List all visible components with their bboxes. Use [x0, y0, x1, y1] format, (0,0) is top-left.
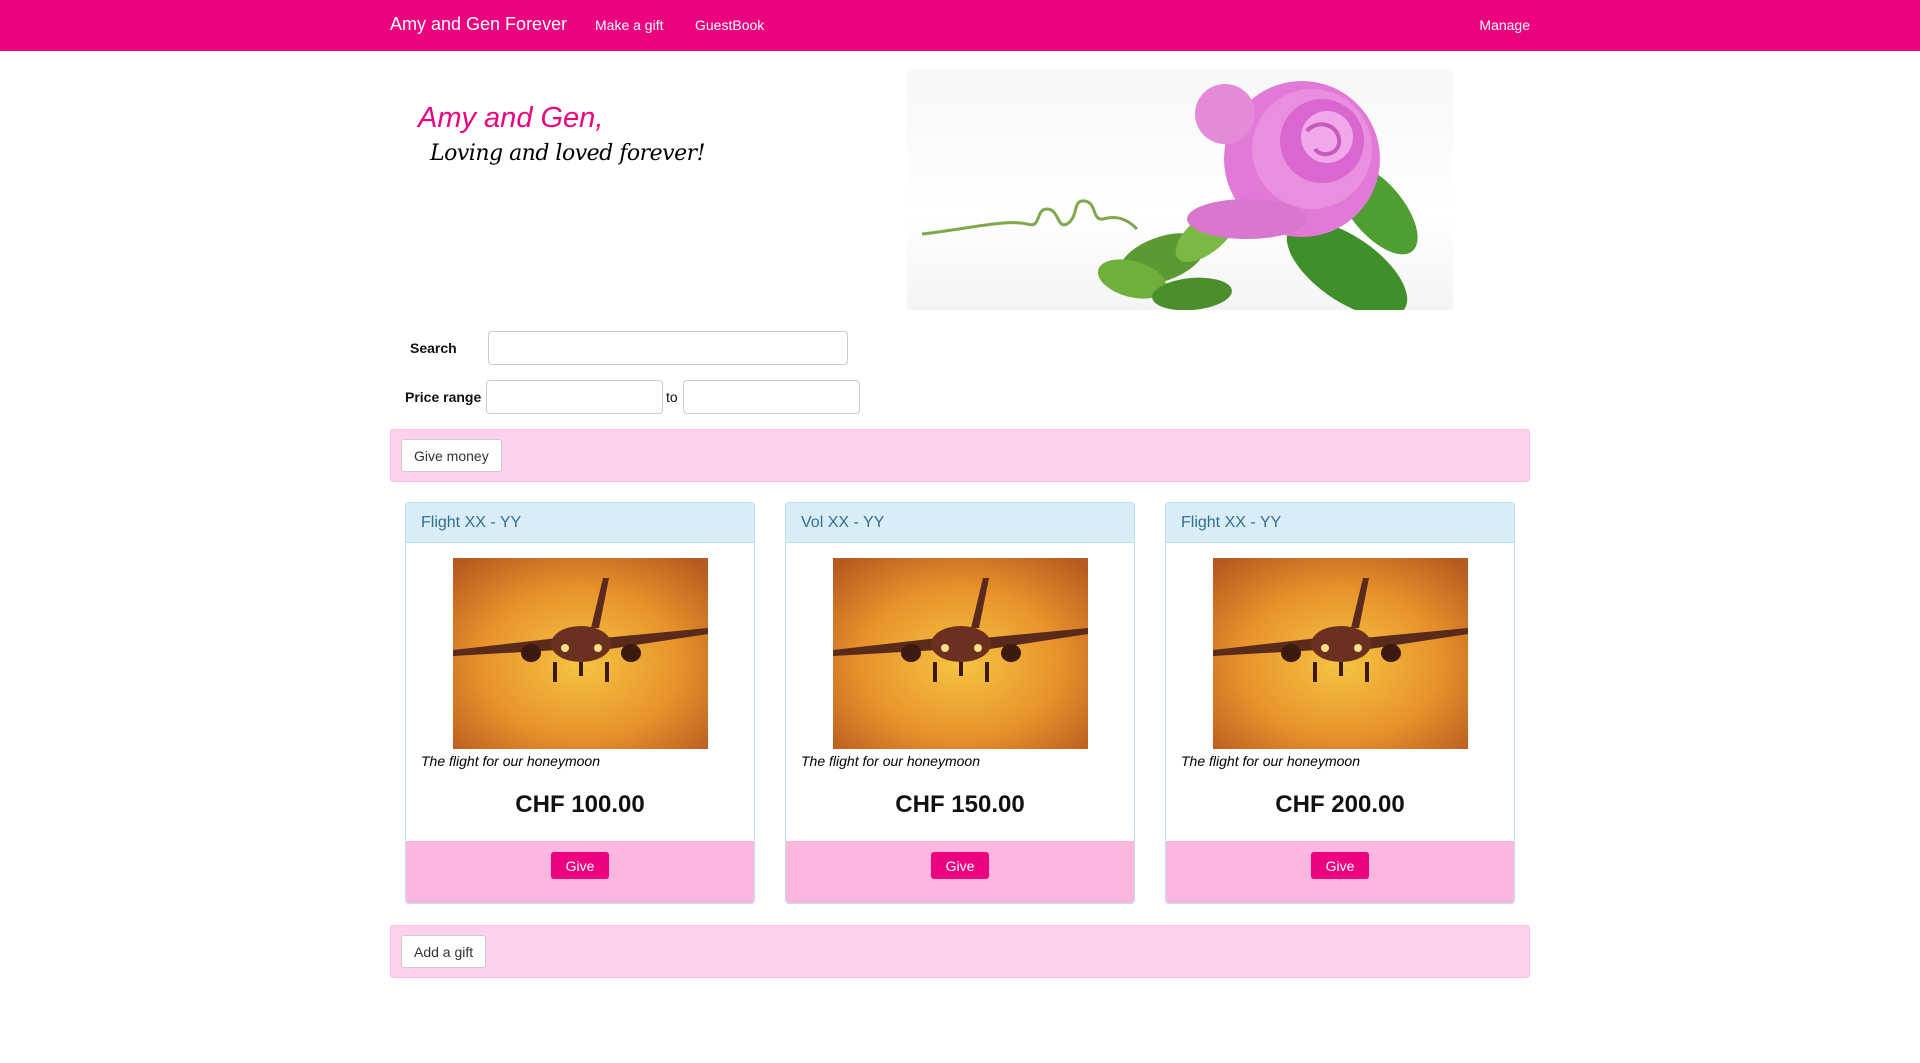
give-button[interactable]: Give	[931, 852, 989, 879]
nav-guestbook-link[interactable]: GuestBook	[695, 17, 764, 33]
airplane-image	[1213, 558, 1468, 749]
gift-price: CHF 100.00	[515, 791, 645, 818]
gift-description: The flight for our honeymoon	[801, 753, 980, 769]
price-max-input[interactable]	[683, 380, 860, 414]
rose-icon	[921, 81, 1418, 310]
gift-card-header: Flight XX - YY	[406, 503, 754, 543]
airplane-icon	[1213, 558, 1468, 749]
nav-brand-link[interactable]: Amy and Gen Forever	[390, 14, 567, 35]
top-navbar: Amy and Gen Forever Make a gift GuestBoo…	[0, 0, 1920, 51]
gift-price: CHF 150.00	[895, 791, 1025, 818]
navbar-container: Amy and Gen Forever Make a gift GuestBoo…	[390, 0, 1530, 51]
price-range-label: Price range	[405, 389, 482, 405]
gift-card-footer: Give	[786, 841, 1134, 903]
gift-title: Vol XX - YY	[801, 514, 885, 531]
gift-card: Flight XX - YY The flight for our honeym…	[405, 502, 755, 904]
add-gift-button[interactable]: Add a gift	[401, 935, 487, 968]
give-button[interactable]: Give	[1311, 852, 1369, 879]
nav-manage-link[interactable]: Manage	[1479, 17, 1530, 33]
gift-card-header: Flight XX - YY	[1166, 503, 1514, 543]
give-money-panel: Give money	[390, 429, 1530, 482]
add-gift-panel: Add a gift	[390, 925, 1530, 978]
give-button[interactable]: Give	[551, 852, 609, 879]
give-money-button[interactable]: Give money	[401, 439, 502, 472]
gift-description: The flight for our honeymoon	[421, 753, 600, 769]
gift-description: The flight for our honeymoon	[1181, 753, 1360, 769]
airplane-image	[453, 558, 708, 749]
rose-banner-image	[907, 69, 1453, 310]
price-min-input[interactable]	[486, 380, 663, 414]
gift-price: CHF 200.00	[1275, 791, 1405, 818]
gift-card: Vol XX - YY The flight for our honeymoon…	[785, 502, 1135, 904]
search-input[interactable]	[488, 331, 848, 365]
search-label: Search	[410, 340, 457, 356]
gift-title: Flight XX - YY	[421, 514, 522, 531]
price-to-label: to	[666, 389, 678, 405]
gift-card: Flight XX - YY The flight for our honeym…	[1165, 502, 1515, 904]
airplane-icon	[833, 558, 1088, 749]
gift-card-header: Vol XX - YY	[786, 503, 1134, 543]
gift-card-footer: Give	[406, 841, 754, 903]
page-title: Amy and Gen,	[418, 102, 604, 134]
airplane-image	[833, 558, 1088, 749]
airplane-icon	[453, 558, 708, 749]
nav-make-gift-link[interactable]: Make a gift	[595, 17, 663, 33]
page-subtitle: Loving and loved forever!	[430, 141, 705, 166]
gift-title: Flight XX - YY	[1181, 514, 1282, 531]
gift-card-footer: Give	[1166, 841, 1514, 903]
